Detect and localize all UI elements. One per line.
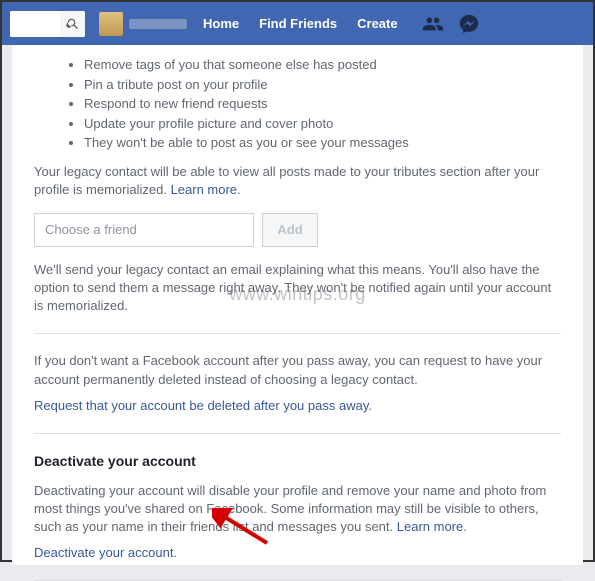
email-note: We'll send your legacy contact an email … [34, 261, 561, 316]
learn-more-link[interactable]: Learn more [397, 519, 463, 534]
nav-find-friends[interactable]: Find Friends [249, 2, 347, 45]
choose-friend-input[interactable] [34, 213, 254, 247]
avatar [99, 12, 123, 36]
list-item: Pin a tribute post on your profile [84, 75, 561, 95]
nav-icons [422, 13, 480, 35]
delete-note: If you don't want a Facebook account aft… [34, 352, 561, 388]
profile-name-redacted [129, 19, 187, 29]
deactivate-title: Deactivate your account [34, 452, 561, 472]
search-input[interactable] [10, 11, 60, 37]
legacy-contact-row: Add [34, 213, 561, 247]
friend-requests-icon[interactable] [422, 13, 444, 35]
nav-create[interactable]: Create [347, 2, 407, 45]
search-wrap [10, 11, 85, 37]
list-item: Update your profile picture and cover ph… [84, 114, 561, 134]
messenger-icon[interactable] [458, 13, 480, 35]
search-button[interactable] [60, 11, 85, 37]
settings-content: Remove tags of you that someone else has… [12, 45, 583, 565]
tribute-note: Your legacy contact will be able to view… [34, 163, 561, 199]
divider [34, 333, 561, 334]
learn-more-link[interactable]: Learn more [171, 182, 237, 197]
deactivate-body: Deactivating your account will disable y… [34, 482, 561, 537]
add-button[interactable]: Add [262, 213, 318, 247]
list-item: They won't be able to post as you or see… [84, 133, 561, 153]
nav-home[interactable]: Home [193, 2, 249, 45]
search-icon [66, 17, 80, 31]
profile-block[interactable] [99, 12, 187, 36]
deactivate-link[interactable]: Deactivate your account [34, 545, 173, 560]
top-navbar: Home Find Friends Create [2, 2, 593, 45]
legacy-bullet-list: Remove tags of you that someone else has… [84, 55, 561, 153]
list-item: Respond to new friend requests [84, 94, 561, 114]
divider [34, 433, 561, 434]
list-item: Remove tags of you that someone else has… [84, 55, 561, 75]
request-delete-link[interactable]: Request that your account be deleted aft… [34, 398, 368, 413]
nav-links: Home Find Friends Create [193, 2, 408, 45]
